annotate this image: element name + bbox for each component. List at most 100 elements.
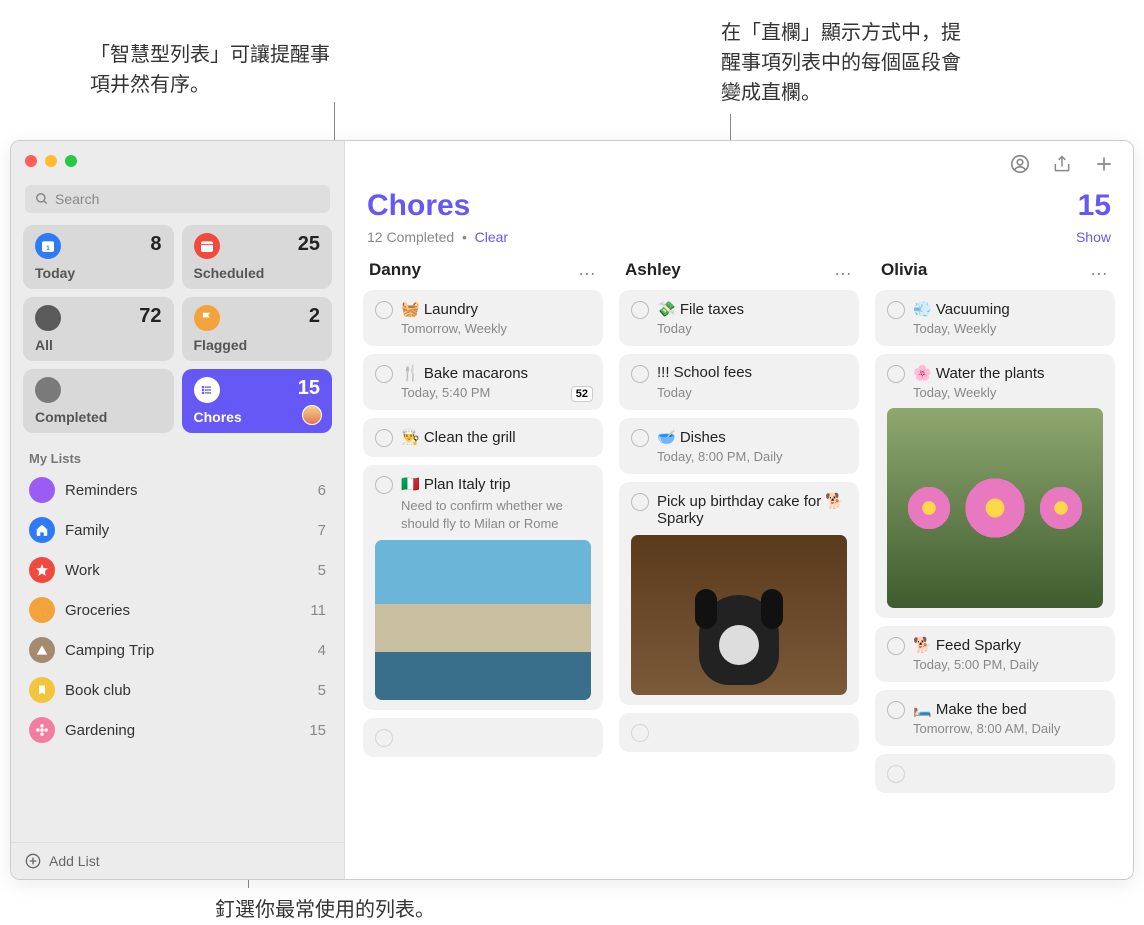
sidebar-item-label: Reminders — [65, 482, 308, 499]
task-card[interactable]: !!! School fees Today — [619, 354, 859, 410]
task-title[interactable]: 🥣 Dishes — [657, 428, 847, 446]
complete-checkbox[interactable] — [887, 301, 905, 319]
column-olivia: Olivia … 💨 Vacuuming Today, Weekly 🌸 Wat… — [875, 255, 1115, 869]
complete-checkbox[interactable] — [375, 729, 393, 747]
task-title[interactable]: 🐕 Feed Sparky — [913, 636, 1103, 654]
calendar-day-icon: 1 — [35, 233, 61, 259]
add-reminder-icon[interactable] — [1093, 153, 1115, 175]
task-card[interactable]: 🛏️ Make the bed Tomorrow, 8:00 AM, Daily — [875, 690, 1115, 746]
complete-checkbox[interactable] — [375, 301, 393, 319]
shared-avatar — [302, 405, 322, 425]
complete-checkbox[interactable] — [631, 429, 649, 447]
task-title[interactable]: 🍴 Bake macarons — [401, 364, 591, 382]
task-card[interactable]: 🌸 Water the plants Today, Weekly — [875, 354, 1115, 618]
sidebar-item-family[interactable]: Family 7 — [11, 510, 344, 550]
task-meta: Tomorrow, 8:00 AM, Daily — [913, 721, 1103, 736]
task-card[interactable]: 💸 File taxes Today — [619, 290, 859, 346]
empty-task-card[interactable] — [875, 754, 1115, 793]
sidebar-item-count: 5 — [318, 682, 326, 699]
task-card[interactable]: 💨 Vacuuming Today, Weekly — [875, 290, 1115, 346]
empty-task-card[interactable] — [363, 718, 603, 757]
complete-checkbox[interactable] — [631, 301, 649, 319]
column-more-icon[interactable]: … — [578, 259, 597, 280]
task-title[interactable]: 🧺 Laundry — [401, 300, 591, 318]
close-window-button[interactable] — [25, 155, 37, 167]
smart-card-flagged[interactable]: 2 Flagged — [182, 297, 333, 361]
task-title[interactable]: 🌸 Water the plants — [913, 364, 1103, 382]
complete-checkbox[interactable] — [887, 765, 905, 783]
task-meta: Today — [657, 385, 847, 400]
task-card[interactable]: 🍴 Bake macarons Today, 5:40 PM52 — [363, 354, 603, 410]
sidebar-item-camping-trip[interactable]: Camping Trip 4 — [11, 630, 344, 670]
task-note: Need to confirm whether we should fly to… — [401, 497, 591, 532]
sidebar-item-gardening[interactable]: Gardening 15 — [11, 710, 344, 750]
smart-card-label: Chores — [194, 409, 321, 425]
task-card[interactable]: Pick up birthday cake for 🐕 Sparky — [619, 482, 859, 705]
add-list-button[interactable]: Add List — [11, 842, 344, 879]
column-name: Ashley — [625, 260, 681, 280]
task-title[interactable]: 🇮🇹 Plan Italy trip — [401, 475, 591, 493]
smart-card-count: 15 — [298, 377, 320, 400]
task-title[interactable]: 👨‍🍳 Clean the grill — [401, 428, 591, 446]
column-name: Danny — [369, 260, 421, 280]
star-icon — [29, 557, 55, 583]
complete-checkbox[interactable] — [887, 701, 905, 719]
task-title[interactable]: 💸 File taxes — [657, 300, 847, 318]
task-meta: Today, 8:00 PM, Daily — [657, 449, 847, 464]
sidebar-lists: Reminders 6 Family 7 Work 5 Groceries 11… — [11, 470, 344, 842]
sidebar-item-reminders[interactable]: Reminders 6 — [11, 470, 344, 510]
toolbar — [345, 141, 1133, 179]
task-card[interactable]: 🧺 Laundry Tomorrow, Weekly — [363, 290, 603, 346]
complete-checkbox[interactable] — [631, 493, 649, 511]
column-more-icon[interactable]: … — [834, 259, 853, 280]
complete-checkbox[interactable] — [375, 365, 393, 383]
task-title[interactable]: 💨 Vacuuming — [913, 300, 1103, 318]
calendar-icon — [194, 233, 220, 259]
complete-checkbox[interactable] — [887, 637, 905, 655]
complete-checkbox[interactable] — [375, 476, 393, 494]
smart-card-count: 72 — [139, 305, 161, 328]
smart-card-label: Completed — [35, 409, 162, 425]
complete-checkbox[interactable] — [887, 365, 905, 383]
task-image — [887, 408, 1103, 608]
column-name: Olivia — [881, 260, 927, 280]
sidebar-item-label: Work — [65, 562, 308, 579]
task-title[interactable]: !!! School fees — [657, 364, 847, 381]
complete-checkbox[interactable] — [375, 429, 393, 447]
smart-card-scheduled[interactable]: 25 Scheduled — [182, 225, 333, 289]
task-image — [631, 535, 847, 695]
smart-card-today[interactable]: 1 8 Today — [23, 225, 174, 289]
clear-completed-link[interactable]: Clear — [475, 229, 508, 245]
fullscreen-window-button[interactable] — [65, 155, 77, 167]
minimize-window-button[interactable] — [45, 155, 57, 167]
task-title[interactable]: Pick up birthday cake for 🐕 Sparky — [657, 492, 847, 527]
task-card[interactable]: 👨‍🍳 Clean the grill — [363, 418, 603, 457]
column-header: Ashley … — [619, 255, 859, 290]
cards-stack: 🧺 Laundry Tomorrow, Weekly 🍴 Bake macaro… — [363, 290, 603, 757]
share-icon[interactable] — [1051, 153, 1073, 175]
smart-card-all[interactable]: 72 All — [23, 297, 174, 361]
complete-checkbox[interactable] — [631, 365, 649, 383]
task-card[interactable]: 🥣 Dishes Today, 8:00 PM, Daily — [619, 418, 859, 474]
collaborate-icon[interactable] — [1009, 153, 1031, 175]
callout-columns: 在「直欄」顯示方式中，提醒事項列表中的每個區段會變成直欄。 — [721, 18, 971, 108]
house-icon — [29, 517, 55, 543]
sidebar-item-groceries[interactable]: Groceries 11 — [11, 590, 344, 630]
check-icon — [35, 377, 61, 403]
column-more-icon[interactable]: … — [1090, 259, 1109, 280]
svg-text:1: 1 — [46, 245, 50, 252]
sidebar-item-book-club[interactable]: Book club 5 — [11, 670, 344, 710]
cards-stack: 💸 File taxes Today !!! School fees Today… — [619, 290, 859, 752]
empty-task-card[interactable] — [619, 713, 859, 752]
task-card[interactable]: 🇮🇹 Plan Italy trip Need to confirm wheth… — [363, 465, 603, 710]
search-input[interactable]: Search — [25, 185, 330, 213]
task-title[interactable]: 🛏️ Make the bed — [913, 700, 1103, 718]
bookmark-icon — [29, 677, 55, 703]
task-card[interactable]: 🐕 Feed Sparky Today, 5:00 PM, Daily — [875, 626, 1115, 682]
smart-card-completed[interactable]: Completed — [23, 369, 174, 433]
show-completed-link[interactable]: Show — [1076, 229, 1111, 245]
complete-checkbox[interactable] — [631, 724, 649, 742]
smart-card-label: Today — [35, 265, 162, 281]
smart-card-chores[interactable]: 15 Chores — [182, 369, 333, 433]
sidebar-item-work[interactable]: Work 5 — [11, 550, 344, 590]
